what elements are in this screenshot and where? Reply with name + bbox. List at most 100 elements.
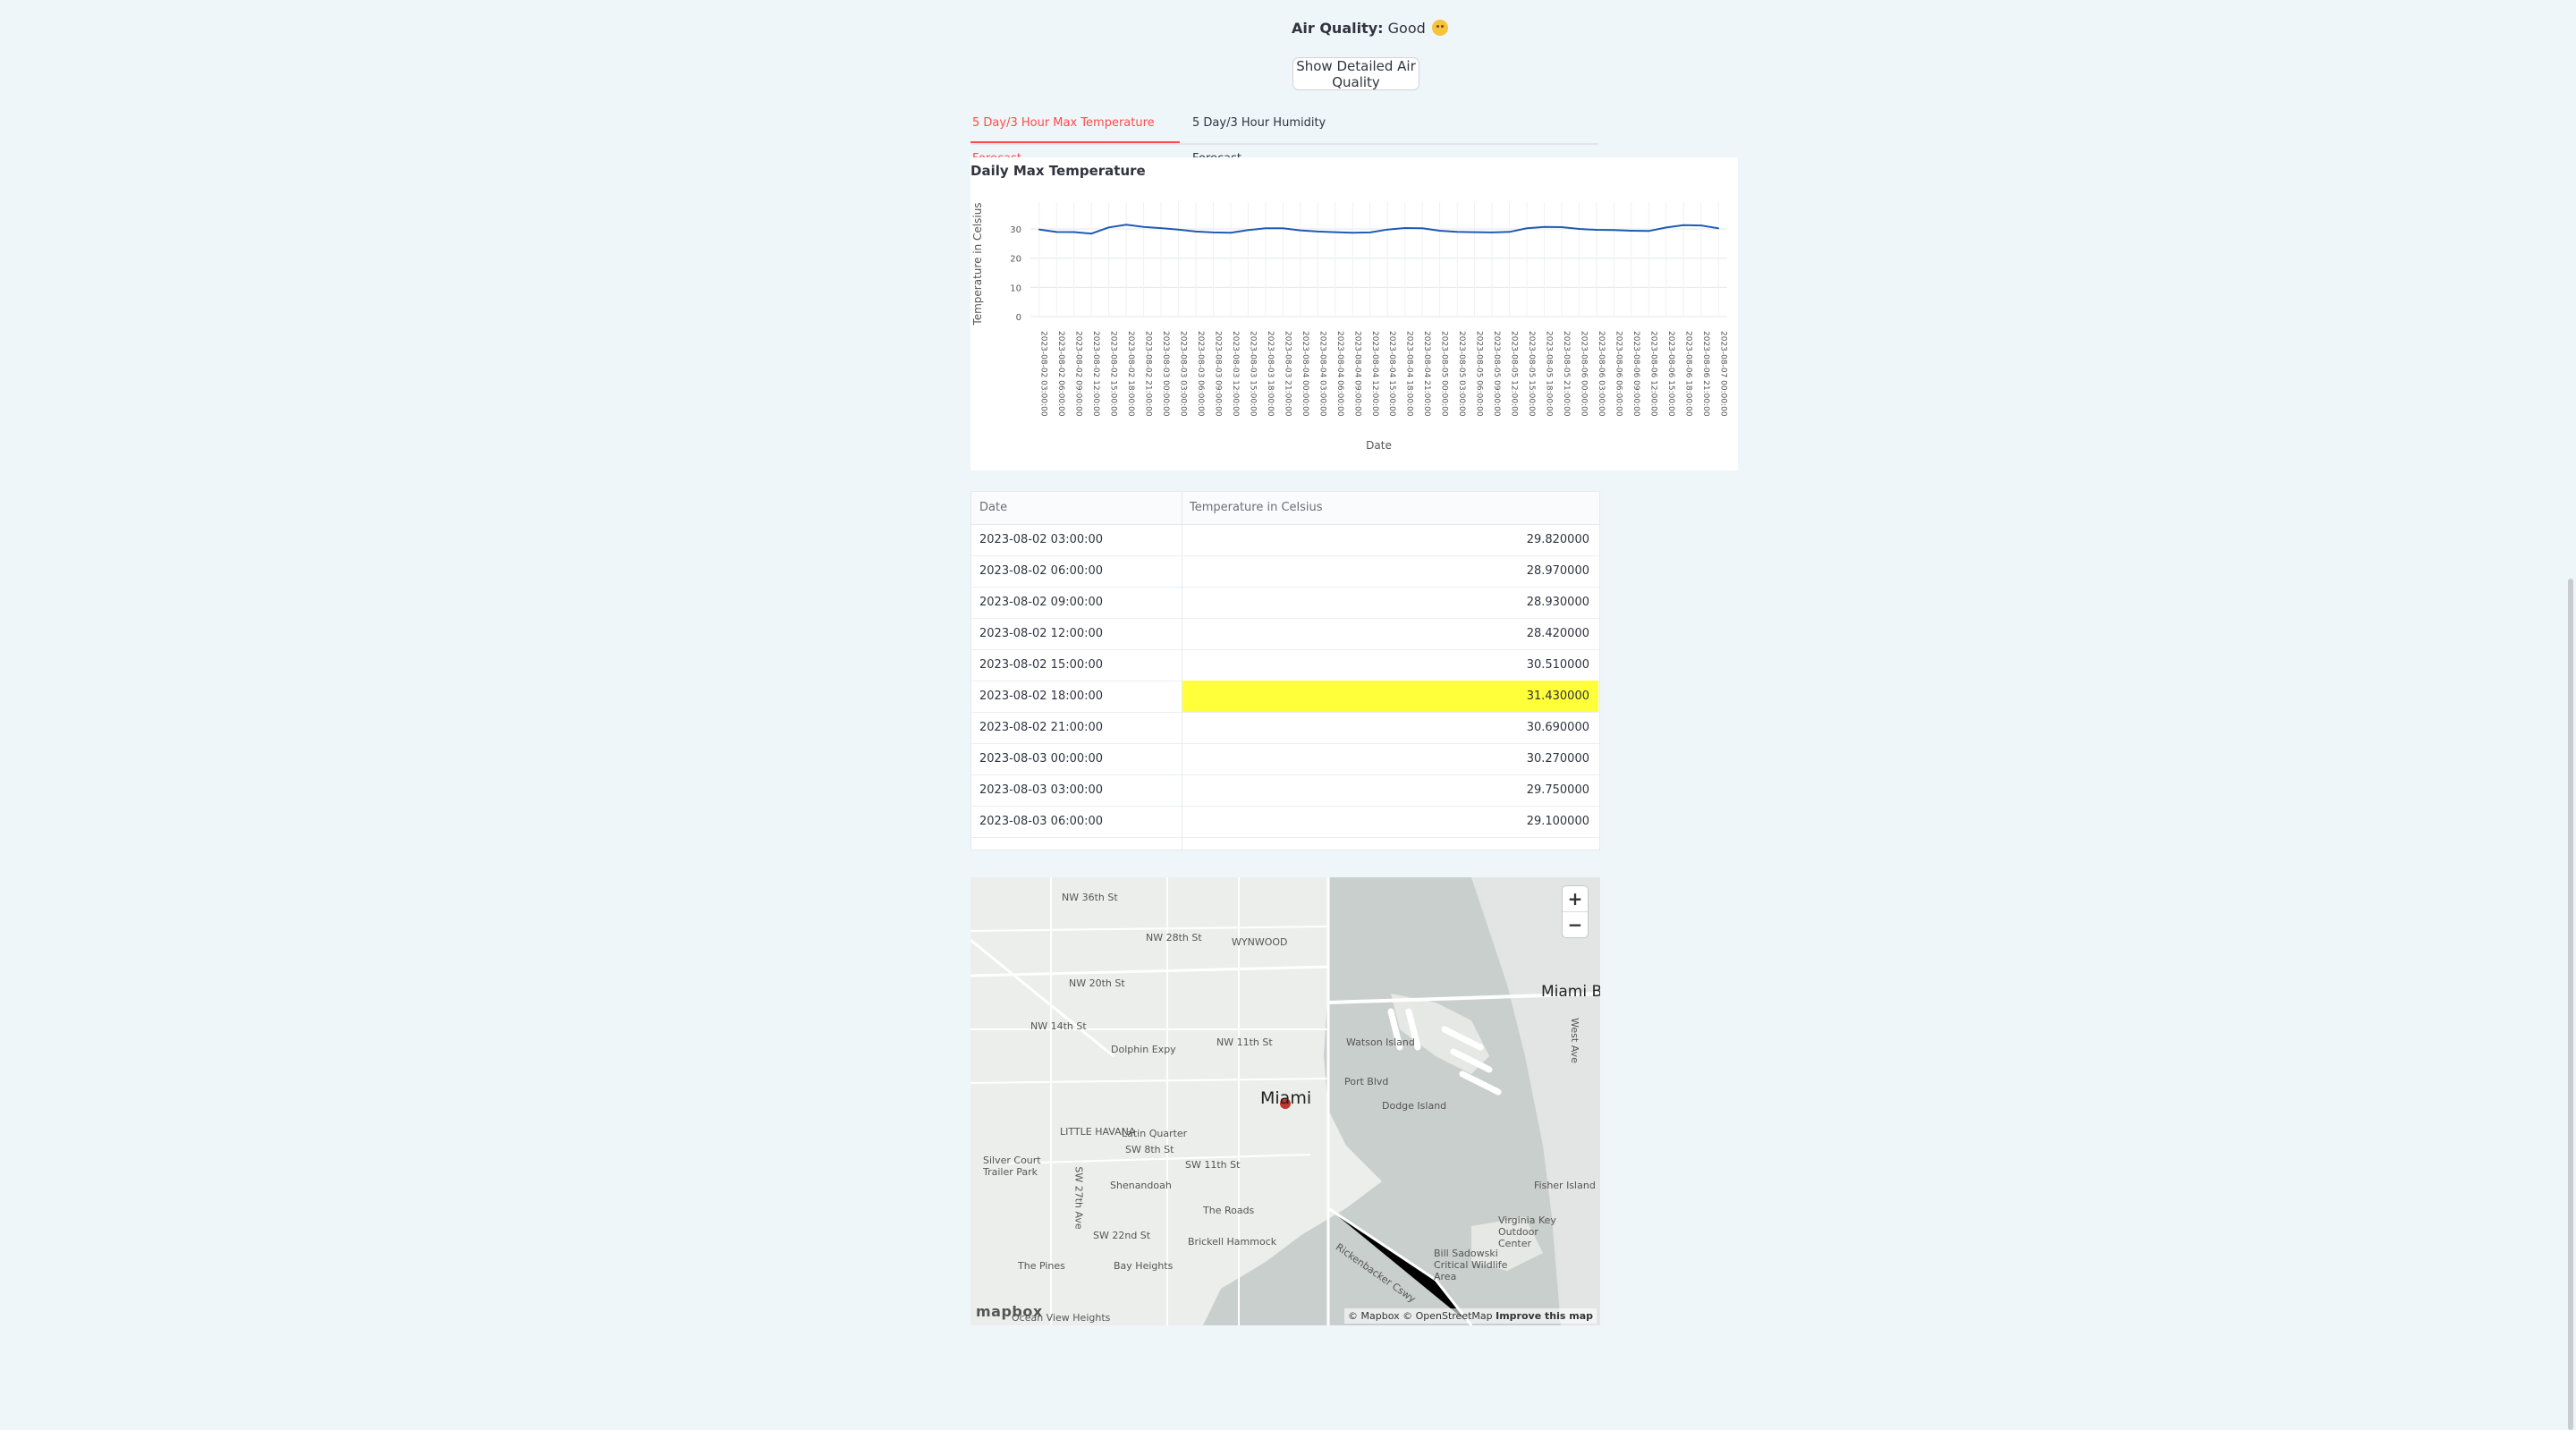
table-row[interactable]: 2023-08-02 12:00:00 28.420000 [971,618,1599,650]
map-label: NW 11th St [1216,1037,1273,1048]
cell-date: 2023-08-02 06:00:00 [979,564,1104,578]
x-tick-label: 2023-08-05 18:00:00 [1545,331,1554,417]
cell-temperature: 29.820000 [1526,533,1589,546]
improve-map-link[interactable]: Improve this map [1496,1310,1593,1322]
y-tick-label: 20 [1010,255,1021,265]
map-label: Bay Heights [1114,1260,1174,1272]
temperature-table[interactable]: Date Temperature in Celsius 2023-08-02 0… [970,491,1600,850]
x-tick-label: 2023-08-05 00:00:00 [1440,331,1449,417]
cell-date: 2023-08-02 21:00:00 [979,721,1104,734]
attribution-text[interactable]: © Mapbox © OpenStreetMap [1348,1310,1493,1322]
zoom-in-button[interactable]: + [1563,886,1588,912]
map-label: NW 28th St [1146,932,1202,943]
data-point [1038,228,1040,231]
x-tick-label: 2023-08-04 15:00:00 [1387,331,1396,417]
table-row[interactable]: 2023-08-02 03:00:00 29.820000 [971,524,1599,556]
x-axis-label: Date [1366,439,1392,452]
data-point [1247,229,1250,232]
cell-temperature: 30.270000 [1526,752,1589,766]
forecast-tabs: 5 Day/3 Hour Max Temperature Forecast 5 … [970,106,1598,165]
map-label: SW 8th St [1125,1144,1174,1155]
data-point [1596,229,1597,231]
table-row[interactable]: 2023-08-02 09:00:00 28.930000 [971,587,1599,619]
cell-date: 2023-08-02 18:00:00 [979,690,1104,703]
x-tick-label: 2023-08-06 00:00:00 [1579,331,1588,417]
map-label: West Ave [1568,1018,1580,1063]
table-row[interactable]: 2023-08-03 06:00:00 29.100000 [971,806,1599,838]
map-label: Watson Island [1346,1037,1415,1048]
y-axis-label: Temperature in Celsius [971,202,984,326]
x-tick-label: 2023-08-06 15:00:00 [1666,331,1675,417]
page-scrollbar[interactable] [2568,579,2573,1430]
map-label: Miami B [1541,983,1600,1001]
table-row[interactable]: 2023-08-02 15:00:00 30.510000 [971,649,1599,681]
table-header: Date Temperature in Celsius [971,492,1599,525]
cell-date: 2023-08-02 15:00:00 [979,658,1104,672]
x-tick-label: 2023-08-02 03:00:00 [1039,331,1048,417]
x-tick-label: 2023-08-04 03:00:00 [1318,331,1326,417]
map-label: The Pines [1018,1260,1065,1272]
x-tick-label: 2023-08-05 09:00:00 [1492,331,1501,417]
x-tick-label: 2023-08-06 21:00:00 [1701,331,1710,417]
x-tick-label: 2023-08-04 00:00:00 [1301,331,1309,417]
show-detailed-air-quality-button[interactable]: Show Detailed Air Quality [1292,57,1419,90]
column-header-temperature[interactable]: Temperature in Celsius [1190,492,1323,524]
table-row[interactable]: 2023-08-03 03:00:00 29.750000 [971,774,1599,807]
data-point [1665,226,1667,229]
data-point [1160,227,1162,229]
data-point [1125,224,1127,226]
data-point [1438,230,1441,232]
data-point [1142,225,1145,228]
cell-temperature: 28.420000 [1526,627,1589,640]
x-tick-label: 2023-08-03 18:00:00 [1266,331,1275,417]
mapbox-logo[interactable]: mapbox [976,1303,1043,1320]
tab-humidity[interactable]: 5 Day/3 Hour Humidity Forecast [1191,106,1364,165]
data-point [1368,232,1371,233]
location-map[interactable]: NW 36th St NW 28th St WYNWOOD NW 20th St… [970,877,1600,1325]
data-point [1177,229,1180,231]
data-point [1682,224,1685,226]
data-point [1195,231,1197,233]
data-point [1508,231,1511,233]
data-point [1473,231,1476,233]
x-tick-label: 2023-08-03 21:00:00 [1283,331,1292,417]
map-label: The Roads [1203,1205,1255,1216]
data-point [1456,231,1458,233]
map-label: Fisher Island [1534,1180,1596,1191]
x-tick-label: 2023-08-06 03:00:00 [1597,331,1606,417]
table-row[interactable]: 2023-08-02 21:00:00 30.690000 [971,712,1599,744]
x-tick-label: 2023-08-03 09:00:00 [1213,331,1222,417]
temperature-chart: Daily Max Temperature 0 10 20 30 2023-08-02 … [970,157,1738,470]
column-header-date[interactable]: Date [979,492,1007,524]
cell-date: 2023-08-02 09:00:00 [979,596,1104,609]
data-point [1090,233,1092,234]
map-label: Shenandoah [1110,1180,1172,1191]
data-point [1072,231,1075,233]
data-point [1631,230,1632,232]
x-tick-label: 2023-08-06 18:00:00 [1683,331,1692,417]
map-label: Dolphin Expy [1111,1044,1176,1055]
cell-temperature: 28.970000 [1526,564,1589,578]
map-label: Latin Quarter [1122,1128,1188,1139]
tab-max-temperature[interactable]: 5 Day/3 Hour Max Temperature Forecast [970,106,1180,165]
y-tick-label: 10 [1010,283,1021,293]
x-tick-label: 2023-08-05 15:00:00 [1527,331,1536,417]
zoom-out-button[interactable]: − [1563,912,1588,937]
map-label: Dodge Island [1382,1100,1447,1112]
map-label: NW 14th St [1030,1020,1087,1032]
table-row[interactable]: 2023-08-02 18:00:00 31.430000 [971,681,1599,713]
cell-temperature: 28.930000 [1526,596,1589,609]
table-row[interactable]: 2023-08-03 00:00:00 30.270000 [971,743,1599,775]
data-point [1578,228,1580,230]
data-point [1282,227,1284,230]
data-point [1403,227,1406,229]
cell-temperature: 29.750000 [1526,783,1589,797]
x-tick-label: 2023-08-02 06:00:00 [1056,331,1065,417]
x-tick-label: 2023-08-04 21:00:00 [1422,331,1431,417]
map-label: Bill Sadowski Critical Wildlife Area [1434,1248,1508,1282]
map-label: SW 11th St [1185,1159,1241,1171]
x-tick-label: 2023-08-04 06:00:00 [1335,331,1344,417]
x-tick-label: 2023-08-05 12:00:00 [1510,331,1519,417]
table-row[interactable]: 2023-08-02 06:00:00 28.970000 [971,555,1599,588]
map-label: WYNWOOD [1232,936,1288,948]
